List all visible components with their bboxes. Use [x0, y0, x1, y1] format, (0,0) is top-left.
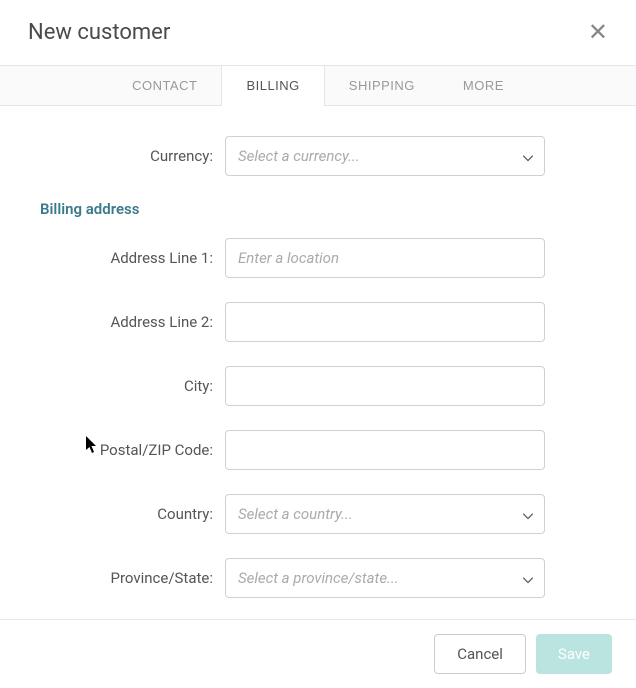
currency-row: Currency: Select a currency...	[40, 136, 596, 176]
address1-row: Address Line 1:	[40, 238, 596, 278]
country-row: Country: Select a country...	[40, 494, 596, 534]
city-label: City:	[40, 377, 225, 395]
currency-select[interactable]: Select a currency...	[225, 136, 545, 176]
address2-input[interactable]	[225, 302, 545, 342]
country-select[interactable]: Select a country...	[225, 494, 545, 534]
tab-billing[interactable]: BILLING	[221, 66, 324, 106]
province-placeholder: Select a province/state...	[238, 569, 399, 587]
province-row: Province/State: Select a province/state.…	[40, 558, 596, 598]
address2-label: Address Line 2:	[40, 313, 225, 331]
city-row: City:	[40, 366, 596, 406]
address1-label: Address Line 1:	[40, 249, 225, 267]
postal-row: Postal/ZIP Code:	[40, 430, 596, 470]
province-select[interactable]: Select a province/state...	[225, 558, 545, 598]
country-placeholder: Select a country...	[238, 505, 353, 523]
province-label: Province/State:	[40, 569, 225, 587]
close-button[interactable]: ✕	[588, 21, 608, 45]
tab-more[interactable]: MORE	[439, 66, 528, 105]
city-input[interactable]	[225, 366, 545, 406]
address1-input[interactable]	[225, 238, 545, 278]
currency-label: Currency:	[40, 147, 225, 165]
tab-contact[interactable]: CONTACT	[108, 66, 221, 105]
country-label: Country:	[40, 505, 225, 523]
postal-input[interactable]	[225, 430, 545, 470]
tab-bar: CONTACT BILLING SHIPPING MORE	[0, 65, 636, 106]
save-button[interactable]: Save	[536, 634, 612, 674]
address2-row: Address Line 2:	[40, 302, 596, 342]
postal-label: Postal/ZIP Code:	[40, 441, 225, 459]
form-body: Currency: Select a currency... Billing a…	[0, 106, 636, 642]
modal-footer: Cancel Save	[0, 619, 636, 688]
modal-header: New customer ✕	[0, 0, 636, 65]
close-icon: ✕	[588, 19, 608, 46]
cancel-button[interactable]: Cancel	[434, 634, 526, 674]
currency-placeholder: Select a currency...	[238, 147, 360, 165]
tab-shipping[interactable]: SHIPPING	[325, 66, 439, 105]
modal-title: New customer	[28, 20, 170, 45]
billing-address-heading: Billing address	[40, 200, 596, 218]
